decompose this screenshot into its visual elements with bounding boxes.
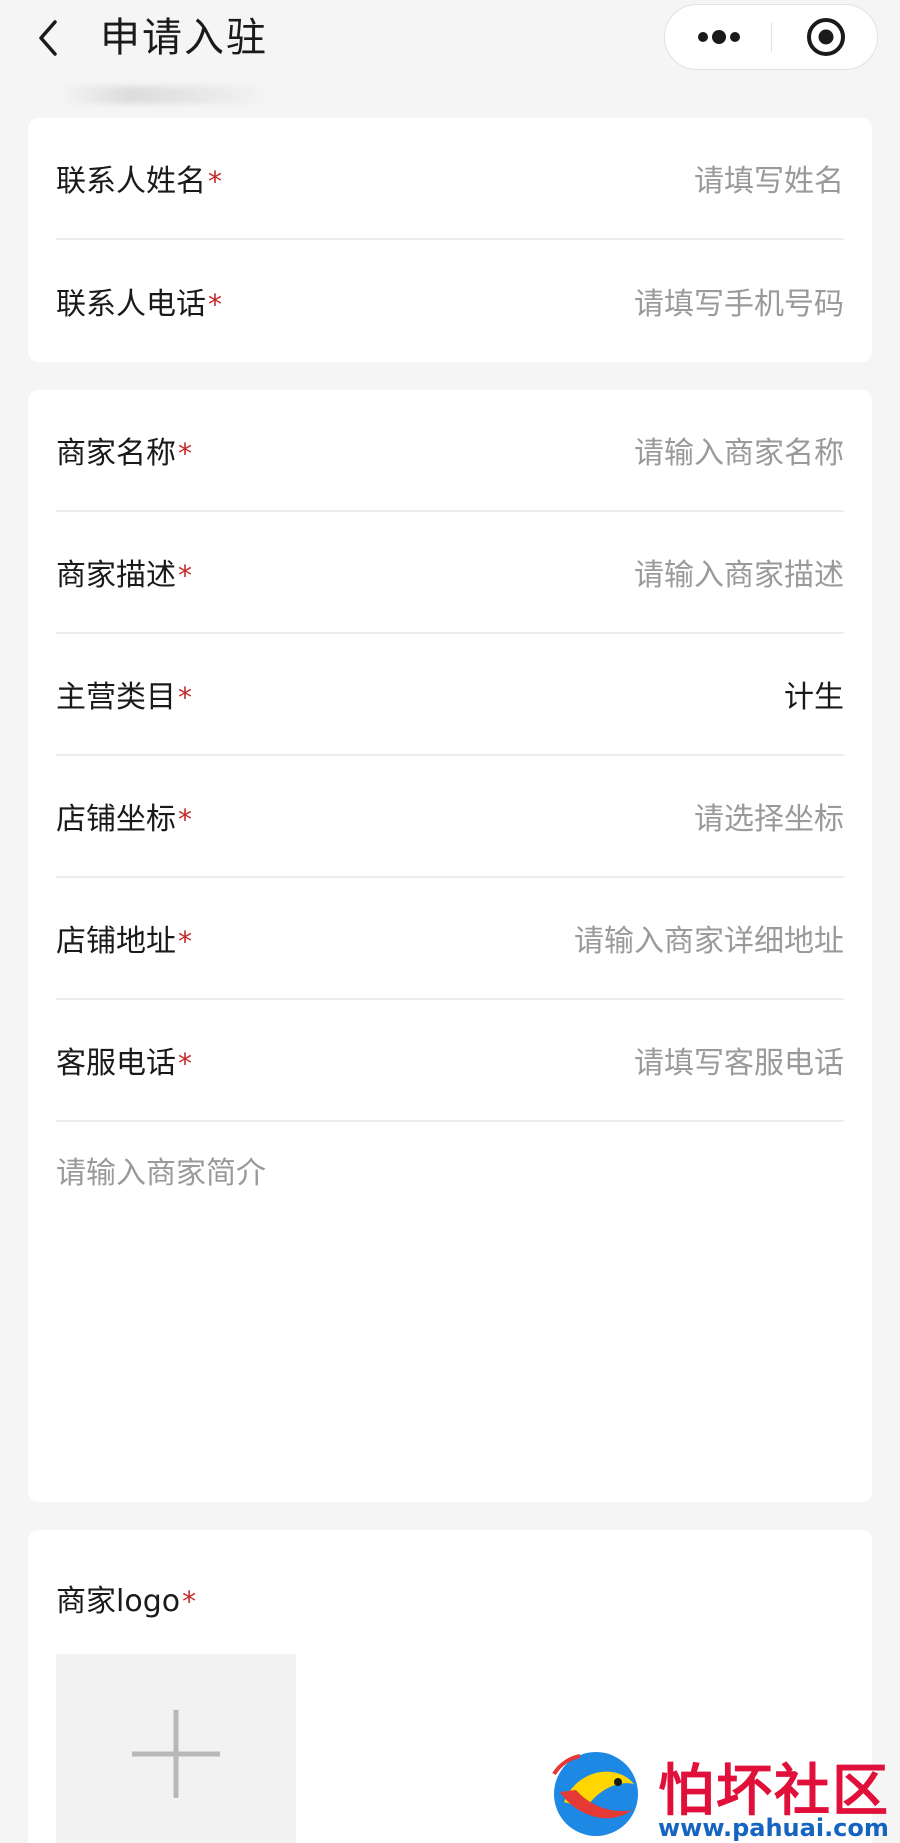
merchant-card: 商家名称* 请输入商家名称 商家描述* 请输入商家描述 主营类目* 计生 店铺坐… <box>28 390 872 1502</box>
page-title: 申请入驻 <box>100 15 268 61</box>
shop-coordinate-row[interactable]: 店铺坐标* 请选择坐标 <box>56 756 844 878</box>
shop-coordinate-label: 店铺坐标* <box>56 802 192 837</box>
mini-program-capsule <box>664 4 878 70</box>
nav-bar: 申请入驻 <box>0 0 900 76</box>
required-mark: * <box>178 1047 192 1080</box>
shop-coordinate-picker[interactable]: 请选择坐标 <box>694 794 844 838</box>
main-category-label: 主营类目* <box>56 680 192 715</box>
watermark-url: www.pahuai.com <box>658 1814 889 1842</box>
required-mark: * <box>178 803 192 836</box>
merchant-desc-label: 商家描述* <box>56 558 192 593</box>
merchant-name-label: 商家名称* <box>56 436 192 471</box>
required-mark: * <box>182 1585 197 1618</box>
record-circle-icon <box>806 18 845 56</box>
merchant-name-input[interactable]: 请输入商家名称 <box>634 428 844 472</box>
service-phone-row[interactable]: 客服电话* 请填写客服电话 <box>56 1000 844 1122</box>
apply-settle-page: 申请入驻 联系人姓名* 请填写姓名 联系人电话* 请填写手机号码 商家名称* 请… <box>0 0 900 1843</box>
back-button[interactable] <box>28 14 68 62</box>
shop-address-row[interactable]: 店铺地址* 请输入商家详细地址 <box>56 878 844 1000</box>
more-button[interactable] <box>665 5 772 69</box>
required-mark: * <box>178 559 192 592</box>
fish-logo-icon <box>552 1752 638 1836</box>
merchant-logo-label: 商家logo* <box>56 1584 197 1619</box>
blurred-content <box>60 86 270 104</box>
main-category-select[interactable]: 计生 <box>784 672 844 716</box>
chevron-left-icon <box>39 20 57 56</box>
contact-phone-label: 联系人电话* <box>56 287 222 322</box>
shop-address-input[interactable]: 请输入商家详细地址 <box>574 916 844 960</box>
more-dots-icon <box>697 30 740 44</box>
plus-icon <box>132 1710 220 1798</box>
contact-card: 联系人姓名* 请填写姓名 联系人电话* 请填写手机号码 <box>28 118 872 362</box>
main-category-row[interactable]: 主营类目* 计生 <box>56 634 844 756</box>
merchant-desc-row[interactable]: 商家描述* 请输入商家描述 <box>56 512 844 634</box>
close-button[interactable] <box>772 5 879 69</box>
service-phone-label: 客服电话* <box>56 1046 192 1081</box>
merchant-intro-textarea[interactable]: 请输入商家简介 <box>56 1122 844 1422</box>
contact-name-row[interactable]: 联系人姓名* 请填写姓名 <box>56 118 844 240</box>
required-mark: * <box>208 288 222 321</box>
required-mark: * <box>178 437 192 470</box>
contact-name-input[interactable]: 请填写姓名 <box>694 156 844 200</box>
required-mark: * <box>208 165 222 198</box>
service-phone-input[interactable]: 请填写客服电话 <box>634 1038 844 1082</box>
required-mark: * <box>178 681 192 714</box>
merchant-desc-input[interactable]: 请输入商家描述 <box>634 550 844 594</box>
watermark: 怕坏社区 www.pahuai.com <box>540 1740 900 1843</box>
contact-phone-row[interactable]: 联系人电话* 请填写手机号码 <box>56 240 844 362</box>
required-mark: * <box>178 925 192 958</box>
shop-address-label: 店铺地址* <box>56 924 192 959</box>
logo-upload-button[interactable] <box>56 1654 296 1843</box>
contact-name-label: 联系人姓名* <box>56 164 222 199</box>
merchant-name-row[interactable]: 商家名称* 请输入商家名称 <box>56 390 844 512</box>
contact-phone-input[interactable]: 请填写手机号码 <box>634 279 844 323</box>
